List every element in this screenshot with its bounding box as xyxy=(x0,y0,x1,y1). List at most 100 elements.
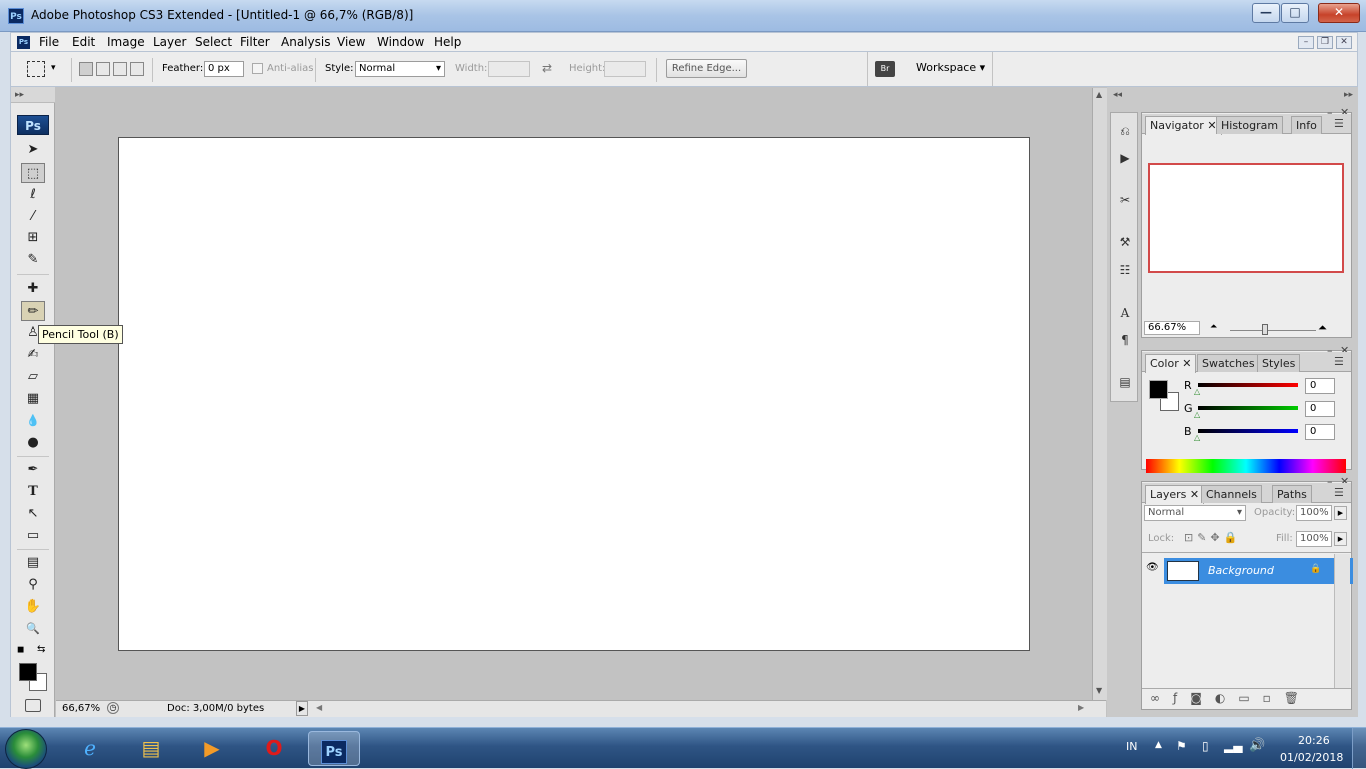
layer-name[interactable]: Background xyxy=(1208,564,1274,577)
path-selection-tool-icon[interactable]: ↖ xyxy=(21,504,45,524)
network-icon[interactable]: ▂▄ xyxy=(1224,739,1242,753)
zoom-slider-thumb[interactable] xyxy=(1262,324,1268,335)
swap-dimensions-icon[interactable]: ⇄ xyxy=(542,61,552,75)
b-slider[interactable] xyxy=(1198,429,1298,433)
menu-help[interactable]: Help xyxy=(434,35,461,49)
color-fg-swatch[interactable] xyxy=(1149,380,1168,399)
visibility-eye-icon[interactable]: 👁 xyxy=(1146,562,1159,573)
status-info-icon[interactable]: ◷ xyxy=(107,702,119,714)
pencil-tool-icon[interactable]: ✏ xyxy=(21,301,45,321)
eraser-tool-icon[interactable]: ▱ xyxy=(21,367,45,387)
language-indicator[interactable]: IN xyxy=(1126,740,1137,753)
toolbox-collapse-icon[interactable]: ▸▸ xyxy=(11,87,55,103)
close-button[interactable]: ✕ xyxy=(1318,3,1360,23)
character-panel-icon[interactable]: A xyxy=(1115,303,1135,323)
scroll-right-icon[interactable]: ▶ xyxy=(1078,703,1084,712)
history-brush-tool-icon[interactable]: ✍ xyxy=(21,345,45,365)
photoshop-logo[interactable]: Ps xyxy=(17,115,49,135)
opera-icon[interactable]: O xyxy=(248,731,300,766)
zoom-in-icon[interactable]: ⏶ xyxy=(1318,321,1327,335)
lock-icons[interactable]: ⊡✎✥🔒 xyxy=(1184,531,1241,544)
actions-panel-icon[interactable]: ▶ xyxy=(1115,148,1135,168)
battery-icon[interactable]: ▯ xyxy=(1202,739,1209,753)
healing-brush-tool-icon[interactable]: ✚ xyxy=(21,279,45,299)
zoom-tool-icon[interactable]: 🔍 xyxy=(21,619,45,639)
bridge-icon[interactable]: Br xyxy=(875,61,895,77)
tab-layers[interactable]: Layers ✕ xyxy=(1145,485,1205,504)
tab-color[interactable]: Color ✕ xyxy=(1145,354,1197,373)
show-desktop-button[interactable] xyxy=(1352,728,1366,769)
tab-swatches[interactable]: Swatches xyxy=(1197,354,1260,372)
tab-histogram[interactable]: Histogram xyxy=(1216,116,1284,134)
quick-mask-icon[interactable] xyxy=(25,699,41,712)
default-colors-icon[interactable]: ◼ xyxy=(17,645,24,655)
tab-paths[interactable]: Paths xyxy=(1272,485,1312,503)
info-panel-icon[interactable]: ▤ xyxy=(1115,372,1135,392)
layers-footer-icons[interactable]: ∞ƒ◙◐▭▫🗑 xyxy=(1150,691,1312,705)
navigator-preview[interactable] xyxy=(1148,163,1344,273)
fill-input[interactable]: 100% xyxy=(1296,531,1332,547)
marquee-tool-icon[interactable]: ⬚ xyxy=(21,163,45,183)
clock-date[interactable]: 01/02/2018 xyxy=(1280,751,1343,764)
clock-time[interactable]: 20:26 xyxy=(1298,734,1330,747)
action-center-icon[interactable]: ⚑ xyxy=(1176,739,1187,753)
magic-wand-tool-icon[interactable]: ⁄ xyxy=(21,207,45,227)
paragraph-panel-icon[interactable]: ¶ xyxy=(1115,330,1135,350)
file-explorer-icon[interactable]: ▤ xyxy=(125,731,177,766)
layer-comps-panel-icon[interactable]: ☷ xyxy=(1115,260,1135,280)
hand-tool-icon[interactable]: ✋ xyxy=(21,597,45,617)
dock-collapse-icon[interactable]: ◂◂ xyxy=(1113,90,1122,100)
move-tool-icon[interactable]: ➤ xyxy=(21,140,45,160)
internet-explorer-icon[interactable]: ℯ xyxy=(64,731,116,766)
scroll-down-icon[interactable]: ▼ xyxy=(1096,686,1102,695)
menu-edit[interactable]: Edit xyxy=(72,35,95,49)
menu-window[interactable]: Window xyxy=(377,35,424,49)
g-value-input[interactable]: 0 xyxy=(1305,401,1335,417)
subtract-selection-icon[interactable] xyxy=(113,62,127,76)
tab-channels[interactable]: Channels xyxy=(1201,485,1262,503)
menu-image[interactable]: Image xyxy=(107,35,145,49)
layer-row-background[interactable]: Background 🔒 xyxy=(1164,558,1353,584)
history-panel-icon[interactable]: ⎌ xyxy=(1115,121,1135,141)
close-icon[interactable]: ✕ xyxy=(1182,357,1191,370)
b-value-input[interactable]: 0 xyxy=(1305,424,1335,440)
foreground-color-swatch[interactable] xyxy=(19,663,37,681)
media-player-icon[interactable]: ▶ xyxy=(186,731,238,766)
slice-tool-icon[interactable]: ✎ xyxy=(21,250,45,270)
document-canvas[interactable] xyxy=(118,137,1030,651)
panel-menu-icon[interactable]: ☰ xyxy=(1334,486,1344,499)
blur-tool-icon[interactable]: 💧 xyxy=(21,411,45,431)
add-selection-icon[interactable] xyxy=(96,62,110,76)
navigator-zoom-input[interactable]: 66.67% xyxy=(1144,321,1200,335)
navigator-zoom-slider[interactable] xyxy=(1230,330,1316,331)
r-value-input[interactable]: 0 xyxy=(1305,378,1335,394)
menu-view[interactable]: View xyxy=(337,35,365,49)
new-selection-icon[interactable] xyxy=(79,62,93,76)
gradient-tool-icon[interactable]: ▦ xyxy=(21,389,45,409)
type-tool-icon[interactable]: T xyxy=(21,482,45,502)
tab-navigator[interactable]: Navigator ✕ xyxy=(1145,116,1222,135)
zoom-out-icon[interactable]: ⏶ xyxy=(1210,322,1217,332)
volume-icon[interactable]: 🔊 xyxy=(1249,738,1265,753)
style-select[interactable]: Normal ▾ xyxy=(355,61,445,77)
dodge-tool-icon[interactable]: ● xyxy=(21,433,45,453)
maximize-button[interactable]: □ xyxy=(1281,3,1309,23)
panel-menu-icon[interactable]: ☰ xyxy=(1334,117,1344,130)
document-restore-button[interactable]: ❐ xyxy=(1317,36,1333,49)
menu-layer[interactable]: Layer xyxy=(153,35,186,49)
menu-file[interactable]: File xyxy=(39,35,59,49)
notes-tool-icon[interactable]: ▤ xyxy=(21,553,45,573)
pen-tool-icon[interactable]: ✒ xyxy=(21,460,45,480)
status-menu-arrow-icon[interactable]: ▶ xyxy=(296,701,308,716)
close-icon[interactable]: ✕ xyxy=(1190,488,1199,501)
feather-input[interactable]: 0 px xyxy=(204,61,244,77)
opacity-arrow-icon[interactable]: ▶ xyxy=(1334,506,1347,520)
eyedropper-tool-icon[interactable]: ⚲ xyxy=(21,575,45,595)
g-slider-thumb[interactable]: △ xyxy=(1194,410,1200,419)
minimize-button[interactable]: — xyxy=(1252,3,1280,23)
scroll-up-icon[interactable]: ▲ xyxy=(1096,90,1102,99)
anti-alias-checkbox[interactable] xyxy=(252,63,263,74)
layers-scrollbar[interactable] xyxy=(1334,554,1350,688)
menu-filter[interactable]: Filter xyxy=(240,35,270,49)
photoshop-taskbar-button[interactable]: Ps xyxy=(308,731,360,766)
